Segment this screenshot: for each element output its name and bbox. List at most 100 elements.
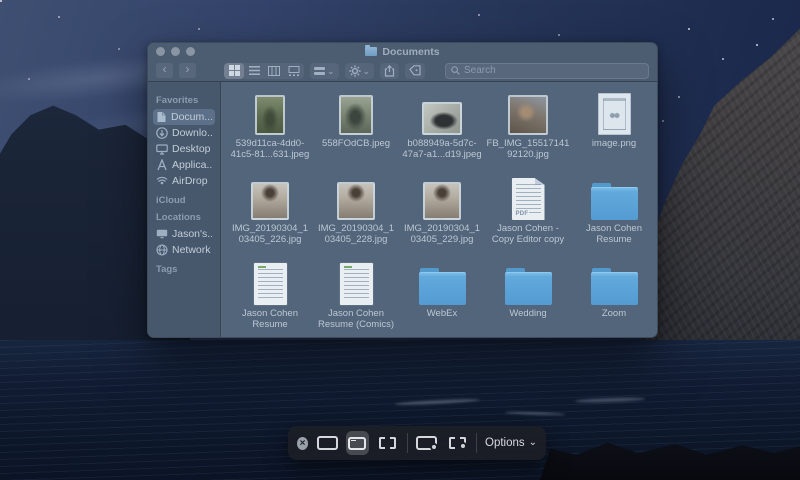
file-item[interactable]: IMG_20190304_103405_229.jpg bbox=[399, 172, 485, 257]
sidebar-item-applications[interactable]: Applica... bbox=[153, 157, 215, 173]
back-button[interactable]: ‹ bbox=[156, 63, 173, 78]
window-title-text: Documents bbox=[382, 46, 439, 58]
sidebar-item-label: Desktop bbox=[172, 143, 211, 155]
sidebar-section-locations: Locations bbox=[156, 212, 212, 223]
file-thumbnail bbox=[254, 263, 287, 305]
file-thumbnail bbox=[251, 182, 289, 220]
tag-icon bbox=[409, 65, 421, 76]
file-thumbnail bbox=[505, 268, 552, 305]
file-item[interactable]: 558FOdCB.jpeg bbox=[313, 87, 399, 172]
file-item[interactable]: Jason CohenResume (Comics) bbox=[313, 257, 399, 338]
file-item[interactable]: image.png bbox=[571, 87, 657, 172]
sidebar-item-documents[interactable]: Docum... bbox=[153, 109, 215, 125]
record-dot-icon bbox=[459, 442, 467, 450]
gear-icon bbox=[349, 65, 361, 77]
stars bbox=[0, 0, 2, 2]
gallery-view-button[interactable] bbox=[284, 63, 304, 79]
traffic-lights bbox=[156, 47, 195, 56]
sidebar-item-network[interactable]: Network bbox=[153, 242, 215, 258]
file-item[interactable]: WebEx bbox=[399, 257, 485, 338]
chevron-down-icon: ⌄ bbox=[327, 67, 335, 75]
sidebar-item-label: Downlo... bbox=[172, 127, 212, 139]
file-item[interactable]: FB_IMG_1551714192120.jpg bbox=[485, 87, 571, 172]
sidebar-item-label: Applica... bbox=[172, 159, 212, 171]
list-view-button[interactable] bbox=[244, 63, 264, 79]
search-input[interactable] bbox=[464, 65, 643, 76]
file-name: 558FOdCB.jpeg bbox=[313, 139, 399, 150]
search-field[interactable] bbox=[445, 63, 649, 79]
action-button[interactable]: ⌄ bbox=[345, 63, 375, 79]
divider bbox=[407, 433, 408, 453]
group-button[interactable]: ⌄ bbox=[310, 63, 339, 79]
file-grid: 539d11ca-4dd0-41c5-81...631.jpeg 558FOdC… bbox=[221, 82, 658, 338]
file-thumbnail bbox=[423, 182, 461, 220]
file-name: FB_IMG_1551714192120.jpg bbox=[485, 139, 571, 161]
file-name: WebEx bbox=[399, 309, 485, 320]
tag-button[interactable] bbox=[405, 63, 425, 79]
screenshot-toolbar: × Options ⌄ bbox=[288, 426, 546, 460]
file-thumbnail bbox=[340, 263, 373, 305]
record-entire-screen-button[interactable] bbox=[416, 431, 438, 455]
folder-icon bbox=[365, 47, 377, 56]
file-item[interactable]: IMG_20190304_103405_228.jpg bbox=[313, 172, 399, 257]
screen-icon bbox=[317, 436, 338, 450]
airdrop-icon bbox=[156, 175, 168, 187]
file-thumbnail bbox=[337, 182, 375, 220]
file-name: Jason CohenResume (Comics) bbox=[313, 309, 399, 331]
file-name: 539d11ca-4dd0-41c5-81...631.jpeg bbox=[227, 139, 313, 161]
zoom-window-button[interactable] bbox=[186, 47, 195, 56]
sidebar-item-downloads[interactable]: Downlo... bbox=[153, 125, 215, 141]
file-item[interactable]: PDF Jason Cohen -Copy Editor copy bbox=[485, 172, 571, 257]
file-item[interactable]: IMG_20190304_103405_226.jpg bbox=[227, 172, 313, 257]
file-thumbnail bbox=[422, 102, 462, 135]
search-icon bbox=[451, 66, 460, 75]
file-name: Jason CohenResume bbox=[227, 309, 313, 331]
title-bar[interactable]: Documents bbox=[148, 43, 657, 60]
close-window-button[interactable] bbox=[156, 47, 165, 56]
icon-view-button[interactable] bbox=[224, 63, 244, 79]
file-item[interactable]: Jason CohenResume bbox=[227, 257, 313, 338]
pdf-badge: PDF bbox=[515, 211, 530, 217]
network-globe-icon bbox=[156, 244, 168, 256]
file-name: Wedding bbox=[485, 309, 571, 320]
options-label: Options bbox=[485, 437, 525, 449]
forward-button[interactable]: › bbox=[179, 63, 196, 78]
file-thumbnail bbox=[339, 95, 373, 135]
file-item[interactable]: Wedding bbox=[485, 257, 571, 338]
capture-selected-window-button[interactable] bbox=[346, 431, 368, 455]
file-item[interactable]: 539d11ca-4dd0-41c5-81...631.jpeg bbox=[227, 87, 313, 172]
options-button[interactable]: Options ⌄ bbox=[485, 437, 537, 449]
record-dot-icon bbox=[430, 443, 438, 451]
file-thumbnail bbox=[591, 183, 638, 220]
sidebar-section-tags: Tags bbox=[156, 264, 212, 275]
sidebar-item-airdrop[interactable]: AirDrop bbox=[153, 173, 215, 189]
record-screen-icon bbox=[416, 436, 437, 450]
file-item[interactable]: Jason CohenResume bbox=[571, 172, 657, 257]
capture-entire-screen-button[interactable] bbox=[316, 431, 338, 455]
file-thumbnail bbox=[508, 95, 548, 135]
divider bbox=[476, 433, 477, 453]
share-button[interactable] bbox=[380, 63, 399, 79]
capture-selected-portion-button[interactable] bbox=[377, 431, 399, 455]
sidebar-item-label: Jason's... bbox=[172, 228, 212, 240]
minimize-window-button[interactable] bbox=[171, 47, 180, 56]
file-thumbnail bbox=[598, 93, 631, 135]
window-title: Documents bbox=[148, 43, 657, 60]
chevron-down-icon: ⌄ bbox=[529, 439, 537, 447]
sidebar-item-jasons-mac[interactable]: Jason's... bbox=[153, 226, 215, 242]
column-view-button[interactable] bbox=[264, 63, 284, 79]
close-icon[interactable]: × bbox=[297, 437, 308, 450]
record-selected-portion-button[interactable] bbox=[446, 431, 468, 455]
list-view-icon bbox=[249, 65, 260, 76]
finder-sidebar: Favorites Docum... Downlo... Desktop App… bbox=[148, 82, 221, 338]
sidebar-section-icloud: iCloud bbox=[156, 195, 212, 206]
file-name: image.png bbox=[571, 139, 657, 150]
document-icon bbox=[156, 111, 167, 123]
file-name: Jason Cohen -Copy Editor copy bbox=[485, 224, 571, 246]
file-name: b088949a-5d7c-47a7-a1...d19.jpeg bbox=[399, 139, 485, 161]
finder-window: Documents ‹ › ⌄ bbox=[147, 42, 658, 338]
file-item[interactable]: b088949a-5d7c-47a7-a1...d19.jpeg bbox=[399, 87, 485, 172]
file-thumbnail bbox=[255, 95, 285, 135]
file-item[interactable]: Zoom bbox=[571, 257, 657, 338]
sidebar-item-desktop[interactable]: Desktop bbox=[153, 141, 215, 157]
